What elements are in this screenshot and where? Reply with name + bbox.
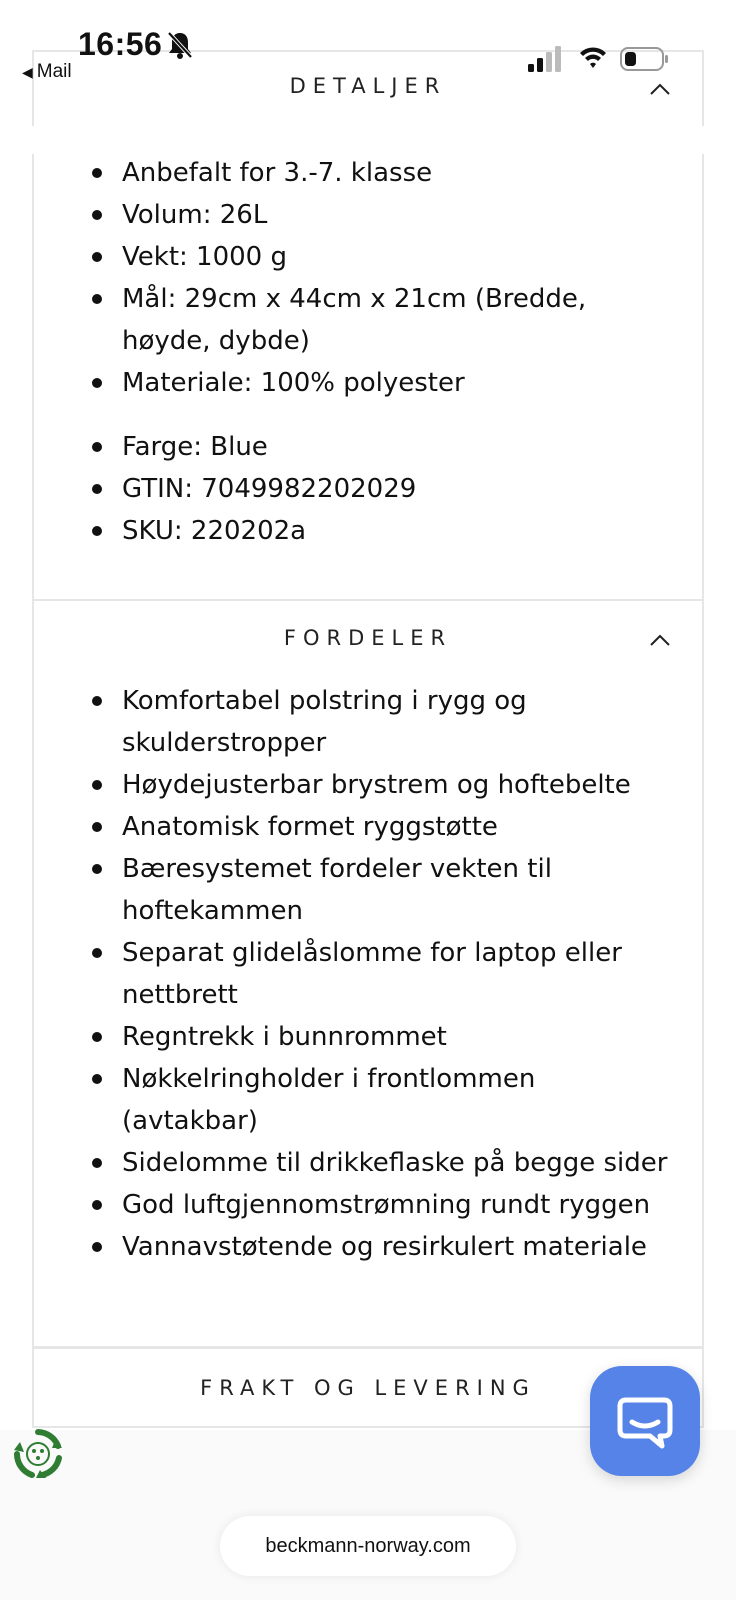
detaljer-list-a: Anbefalt for 3.-7. klasse Volum: 26L Vek… [32,152,672,404]
cellular-signal-icon [528,46,561,72]
battery-icon [620,47,668,71]
list-item: God luftgjennomstrømning rundt ryggen [92,1184,672,1226]
fordeler-title: FORDELER [283,626,453,650]
list-item: Sidelomme til drikkeflaske på begge side… [92,1142,672,1184]
chevron-up-icon[interactable] [649,633,671,647]
list-item: Materiale: 100% polyester [92,362,672,404]
list-item: GTIN: 7049982202029 [92,468,672,510]
status-bar: 16:56 ◀ Mail [0,0,736,124]
url-text: beckmann-norway.com [265,1535,471,1557]
section-divider [32,1346,704,1349]
list-item: Anatomisk formet ryggstøtte [92,806,672,848]
list-item: Nøkkelringholder i frontlommen (avtakbar… [92,1058,672,1142]
detaljer-list-b: Farge: Blue GTIN: 7049982202029 SKU: 220… [32,426,672,552]
list-item: Vannavstøtende og resirkulert materiale [92,1226,672,1268]
chat-bubble-icon [617,1397,673,1449]
list-item: Bæresystemet fordeler vekten til hofteka… [92,848,672,932]
list-item: Anbefalt for 3.-7. klasse [92,152,672,194]
bell-mute-icon [167,31,193,59]
frakt-title: FRAKT OG LEVERING [200,1376,536,1400]
back-label: Mail [36,61,72,82]
back-to-mail-button[interactable]: ◀ Mail [22,61,72,83]
list-item: Vekt: 1000 g [92,236,672,278]
list-item: Separat glidelåslomme for laptop eller n… [92,932,672,1016]
list-item: Regntrekk i bunnrommet [92,1016,672,1058]
list-item: Farge: Blue [92,426,672,468]
list-item: Mål: 29cm x 44cm x 21cm (Bredde, høyde, … [92,278,672,362]
recycle-badge-icon[interactable] [12,1428,64,1480]
list-item: Komfortabel polstring i rygg og skulders… [92,680,672,764]
list-item: Høydejusterbar brystrem og hoftebelte [92,764,672,806]
section-divider [32,599,704,601]
status-time: 16:56 [78,26,163,62]
chat-button[interactable] [590,1366,700,1476]
fordeler-list: Komfortabel polstring i rygg og skulders… [32,680,672,1268]
list-item: Volum: 26L [92,194,672,236]
list-item: SKU: 220202a [92,510,672,552]
fordeler-header[interactable]: FORDELER [32,626,704,650]
back-arrow-icon: ◀ [22,64,33,80]
url-bar[interactable]: beckmann-norway.com [220,1516,516,1576]
wifi-icon [580,47,606,68]
